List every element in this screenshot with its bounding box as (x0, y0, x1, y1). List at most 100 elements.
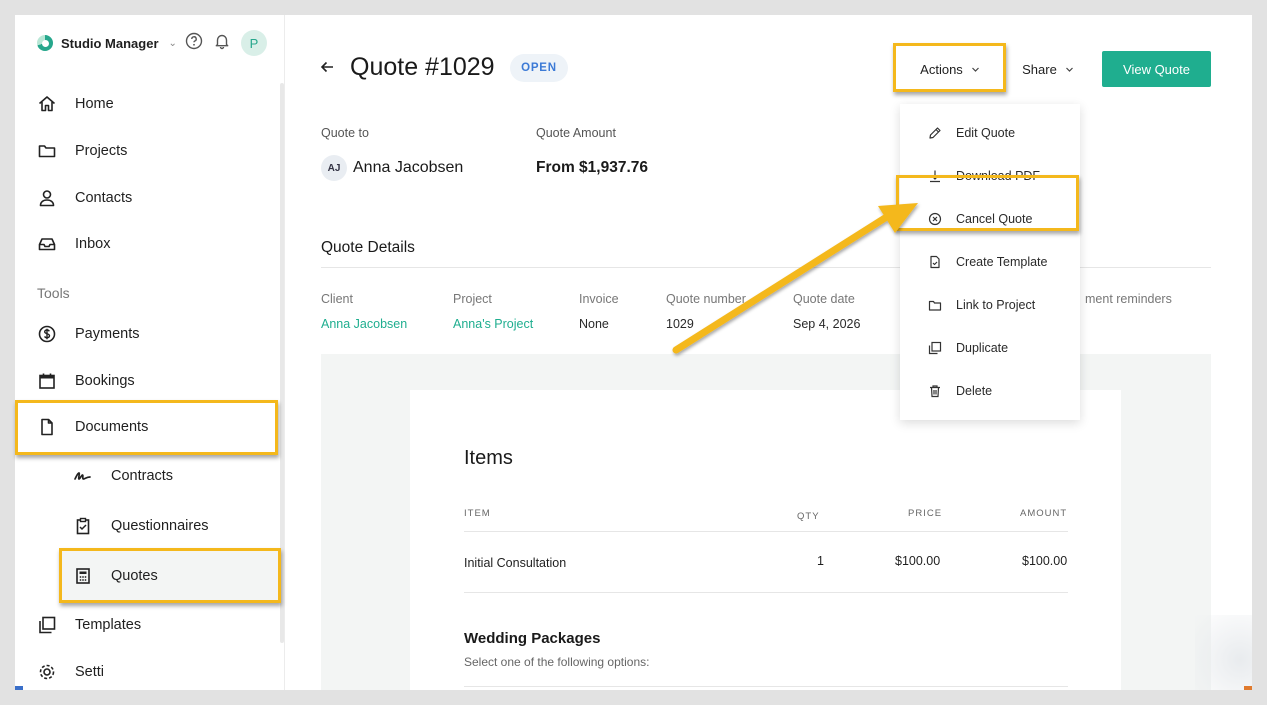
sidebar-item-payments[interactable]: Payments (37, 319, 139, 349)
download-icon (928, 169, 942, 183)
sidebar-top-icons: P (185, 30, 267, 56)
row-divider (464, 531, 1068, 532)
menu-item-label: Edit Quote (956, 126, 1016, 140)
sidebar-item-settings[interactable]: Setti (37, 657, 104, 687)
gear-icon (37, 662, 57, 682)
project-field-link[interactable]: Anna's Project (453, 317, 533, 331)
menu-item-label: Cancel Quote (956, 212, 1033, 226)
tools-section-label: Tools (37, 285, 70, 301)
sidebar-item-label: Home (75, 96, 114, 112)
template-icon (928, 255, 942, 269)
project-field-label: Project (453, 292, 492, 306)
menu-item-label: Link to Project (956, 298, 1036, 312)
home-icon (37, 94, 57, 114)
column-header-price: PRICE (908, 508, 943, 519)
templates-icon (37, 615, 57, 635)
sidebar-item-documents[interactable]: Documents (37, 412, 148, 442)
menu-item-download-pdf[interactable]: Download PDF (900, 159, 1080, 193)
sidebar-item-bookings[interactable]: Bookings (37, 366, 135, 396)
actions-dropdown-button[interactable]: Actions (895, 51, 1005, 87)
invoice-field-label: Invoice (579, 292, 619, 306)
main-content: Quote #1029 OPEN Actions Share View Quot… (285, 15, 1252, 690)
menu-item-create-template[interactable]: Create Template (900, 245, 1080, 279)
sidebar-item-templates[interactable]: Templates (37, 610, 141, 640)
dollar-icon (37, 324, 57, 344)
sidebar-item-home[interactable]: Home (37, 89, 114, 119)
sidebar-item-label: Bookings (75, 373, 135, 389)
sidebar-item-inbox[interactable]: Inbox (37, 229, 110, 259)
back-arrow-icon[interactable] (319, 59, 335, 80)
chevron-down-icon (1065, 62, 1074, 77)
workspace-switcher[interactable]: Studio Manager ⌄ (37, 32, 177, 54)
client-field-link[interactable]: Anna Jacobsen (321, 317, 407, 331)
inbox-icon (37, 234, 57, 254)
client-field-label: Client (321, 292, 353, 306)
sidebar-item-label: Payments (75, 326, 140, 342)
sidebar-item-projects[interactable]: Projects (37, 136, 127, 166)
user-avatar[interactable]: P (241, 30, 267, 56)
menu-item-label: Download PDF (956, 169, 1041, 183)
menu-item-cancel-quote[interactable]: Cancel Quote (900, 202, 1080, 236)
calculator-icon (73, 566, 93, 586)
client-avatar: AJ (321, 155, 347, 181)
page-title: Quote #1029 (350, 53, 495, 81)
share-dropdown-button[interactable]: Share (1018, 51, 1078, 87)
menu-item-edit-quote[interactable]: Edit Quote (900, 116, 1080, 150)
decorative-strip (1244, 686, 1252, 690)
item-name: Initial Consultation (464, 556, 567, 570)
menu-item-duplicate[interactable]: Duplicate (900, 331, 1080, 365)
menu-item-link-to-project[interactable]: Link to Project (900, 288, 1080, 322)
decorative-glow (1195, 615, 1252, 690)
actions-label: Actions (920, 61, 963, 77)
trash-icon (928, 384, 942, 398)
menu-item-label: Create Template (956, 255, 1048, 269)
item-qty: 1 (817, 554, 824, 568)
sidebar-item-label: Projects (75, 143, 128, 159)
quote-amount-value: From $1,937.76 (536, 159, 649, 176)
person-icon (37, 188, 57, 208)
sidebar-item-quotes[interactable]: Quotes (73, 561, 158, 591)
quote-number-label: Quote number (666, 292, 746, 306)
sidebar-item-label: Setti (75, 664, 105, 680)
client-name[interactable]: Anna Jacobsen (353, 159, 463, 177)
item-price: $100.00 (895, 554, 941, 568)
app-window: Studio Manager ⌄ P Home Projects Contact… (15, 15, 1252, 690)
column-header-qty: QTY (797, 511, 820, 522)
sidebar-item-questionnaires[interactable]: Questionnaires (73, 511, 209, 541)
sidebar-item-label: Documents (75, 419, 149, 435)
quote-number-value: 1029 (666, 317, 694, 331)
document-icon (37, 417, 57, 437)
sidebar-item-label: Questionnaires (111, 518, 209, 534)
chevron-down-icon: ⌄ (168, 37, 177, 49)
quote-document: Items ITEM QTY PRICE AMOUNT Initial Cons… (410, 390, 1121, 690)
duplicate-icon (928, 341, 942, 355)
decorative-strip (15, 686, 23, 690)
workspace-name: Studio Manager (61, 35, 159, 51)
chevron-down-icon (971, 62, 980, 77)
view-quote-button[interactable]: View Quote (1102, 51, 1211, 87)
sidebar: Studio Manager ⌄ P Home Projects Contact… (15, 15, 285, 690)
sidebar-item-label: Quotes (111, 568, 158, 584)
pencil-icon (928, 126, 942, 140)
packages-subtitle: Select one of the following options: (464, 655, 650, 669)
help-icon[interactable] (185, 32, 203, 55)
invoice-field-value: None (579, 317, 609, 331)
quote-to-label: Quote to (321, 126, 369, 140)
bell-icon[interactable] (213, 32, 231, 55)
menu-item-label: Delete (956, 384, 993, 398)
folder-icon (37, 141, 57, 161)
sidebar-item-label: Contacts (75, 190, 133, 206)
column-header-item: ITEM (464, 508, 491, 519)
sidebar-item-label: Inbox (75, 236, 111, 252)
row-divider (464, 686, 1068, 687)
signature-icon (73, 466, 93, 486)
column-header-amount: AMOUNT (1020, 508, 1068, 519)
row-divider (464, 592, 1068, 593)
quote-details-title: Quote Details (321, 239, 415, 256)
item-amount: $100.00 (1022, 554, 1068, 568)
status-badge: OPEN (510, 54, 568, 82)
sidebar-item-contacts[interactable]: Contacts (37, 183, 132, 213)
menu-item-delete[interactable]: Delete (900, 374, 1080, 408)
sidebar-item-contracts[interactable]: Contracts (73, 461, 173, 491)
share-label: Share (1022, 61, 1057, 77)
